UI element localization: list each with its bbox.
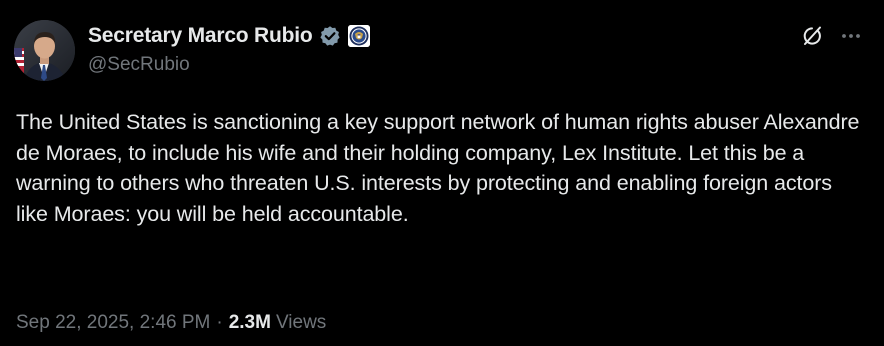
verified-badge-icon[interactable] [319, 25, 341, 47]
author-handle[interactable]: @SecRubio [88, 54, 190, 76]
views-label: Views [275, 312, 327, 333]
tweet-timestamp[interactable]: Sep 22, 2025, 2:46 PM [16, 312, 210, 334]
grok-icon[interactable] [800, 24, 824, 48]
tweet-meta: Sep 22, 2025, 2:46 PM · 2.3M Views [16, 312, 326, 334]
tweet-text: The United States is sanctioning a key s… [16, 110, 860, 226]
avatar-portrait-image [14, 20, 75, 81]
meta-separator: · [216, 312, 223, 333]
author-display-name[interactable]: Secretary Marco Rubio [88, 24, 313, 48]
state-department-seal-icon[interactable] [347, 25, 370, 47]
author-name-row: Secretary Marco Rubio [88, 22, 370, 50]
views-count[interactable]: 2.3M [229, 312, 271, 334]
more-options-icon[interactable] [838, 24, 864, 48]
avatar[interactable] [14, 20, 75, 81]
tweet-card: Secretary Marco Rubio @SecRubio The Unit… [0, 0, 884, 346]
